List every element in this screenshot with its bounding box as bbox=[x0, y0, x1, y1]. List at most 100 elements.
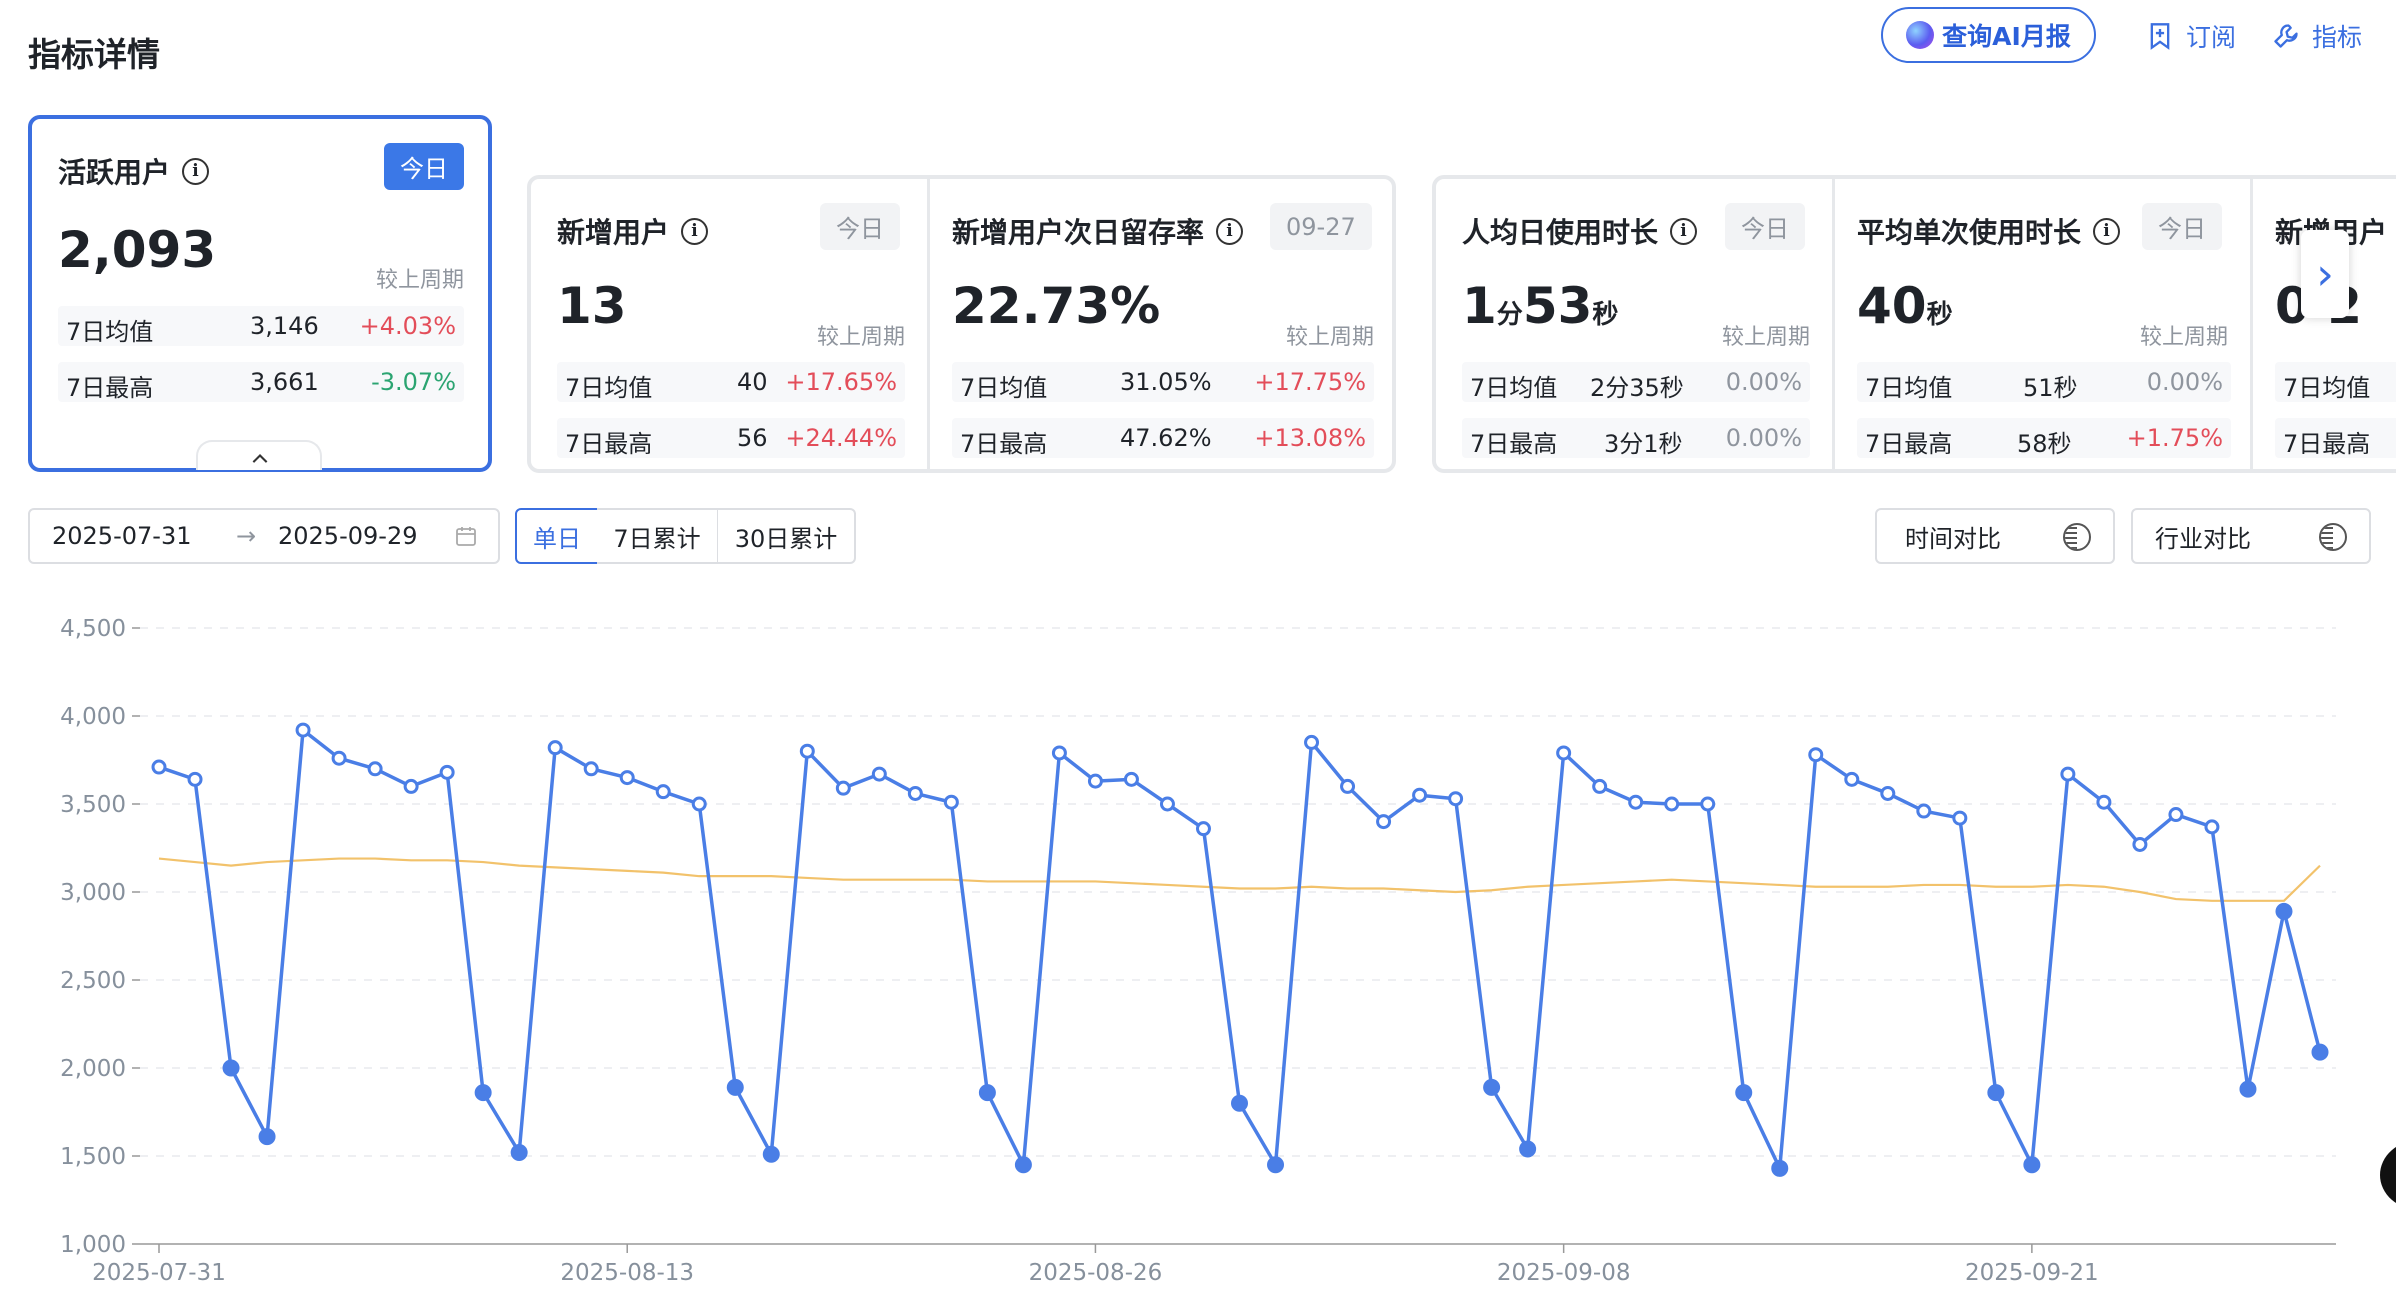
metric-settings-link[interactable]: 指标 bbox=[2272, 18, 2362, 54]
period-tag[interactable]: 09-27 bbox=[1270, 203, 1372, 250]
y-tick-label: 2,000 bbox=[60, 1056, 126, 1082]
collapse-toggle[interactable] bbox=[196, 440, 322, 470]
stat-row: 7日最高 3,661 -3.07% bbox=[58, 362, 464, 402]
data-point bbox=[799, 743, 815, 759]
stat-row: 7日最高 bbox=[2275, 418, 2396, 458]
data-point bbox=[2168, 807, 2184, 823]
stat-row: 7日最高 47.62% +13.08% bbox=[952, 418, 1374, 458]
metric-name: 人均日使用时长 i bbox=[1462, 211, 1698, 251]
data-point bbox=[1556, 745, 1572, 761]
stat-row: 7日最高 58秒 +1.75% bbox=[1857, 418, 2231, 458]
data-point bbox=[1051, 745, 1067, 761]
chevron-up-icon bbox=[252, 454, 268, 463]
x-tick-label: 2025-09-08 bbox=[1497, 1260, 1631, 1286]
calendar-icon bbox=[456, 527, 476, 546]
data-point bbox=[762, 1145, 780, 1163]
metric-group-new-users: 新增用户 i 今日 13 较上周期 7日均值 40 +17.65% 7日最高 56 +24… bbox=[527, 175, 1396, 473]
stat-row: 7日均值 51秒 0.00% bbox=[1857, 362, 2231, 402]
data-point bbox=[222, 1059, 240, 1077]
granularity-30-day[interactable]: 30日累计 bbox=[718, 508, 856, 564]
period-tag[interactable]: 今日 bbox=[384, 143, 464, 190]
industry-compare-label: 行业对比 bbox=[2155, 524, 2251, 553]
data-point bbox=[1087, 773, 1103, 789]
data-point bbox=[1808, 747, 1824, 763]
data-point bbox=[1159, 796, 1175, 812]
data-point bbox=[1123, 771, 1139, 787]
metric-card-new-users-partial[interactable]: 新增用户 0 2 7日均值 7日最高 bbox=[2253, 179, 2396, 469]
compare-icon bbox=[2063, 523, 2091, 551]
metric-value: 2,093 bbox=[58, 221, 217, 279]
data-point bbox=[187, 771, 203, 787]
info-icon: i bbox=[182, 157, 210, 185]
data-point bbox=[2311, 1043, 2329, 1061]
data-point bbox=[1231, 1094, 1248, 1112]
x-tick-label: 2025-09-21 bbox=[1965, 1260, 2099, 1286]
data-point bbox=[1844, 771, 1860, 787]
granularity-single-day[interactable]: 单日 bbox=[515, 508, 599, 564]
metric-card-new-users[interactable]: 新增用户 i 今日 13 较上周期 7日均值 40 +17.65% 7日最高 56 +24… bbox=[531, 179, 927, 469]
data-point bbox=[726, 1078, 744, 1096]
compare-icon bbox=[2319, 523, 2347, 551]
time-compare-button[interactable]: 时间对比 bbox=[1875, 508, 2115, 564]
scroll-right-button[interactable]: › bbox=[2301, 230, 2349, 318]
x-tick-label: 2025-08-13 bbox=[560, 1260, 694, 1286]
active-users-line-chart: 4,500 4,000 3,500 3,000 2,500 2,000 1,500 1,000… bbox=[60, 616, 2336, 1286]
data-point bbox=[258, 1128, 276, 1146]
ai-report-button[interactable]: 查询AI月报 bbox=[1881, 7, 2096, 63]
y-tick-label: 4,500 bbox=[60, 616, 126, 642]
stat-row: 7日最高 3分1秒 0.00% bbox=[1462, 418, 1810, 458]
date-range-picker[interactable]: 2025-07-31 → 2025-09-29 bbox=[28, 508, 500, 564]
arrow-right-icon: → bbox=[236, 522, 257, 550]
period-tag[interactable]: 今日 bbox=[820, 203, 900, 250]
metric-card-avg-session-duration[interactable]: 平均单次使用时长 i 今日 40秒 较上周期 7日均值 51秒 0.00% 7日最高 5… bbox=[1835, 179, 2250, 469]
y-tick-label: 1,500 bbox=[60, 1144, 126, 1170]
data-point bbox=[943, 794, 959, 810]
stat-row: 7日均值 3,146 +4.03% bbox=[58, 306, 464, 346]
time-compare-label: 时间对比 bbox=[1905, 524, 2001, 553]
compare-label: 较上周期 bbox=[1285, 325, 1374, 350]
compare-label: 较上周期 bbox=[1721, 325, 1810, 350]
data-point bbox=[1195, 821, 1211, 837]
date-end: 2025-09-29 bbox=[278, 522, 418, 550]
period-tag[interactable]: 今日 bbox=[1725, 203, 1805, 250]
data-point bbox=[1483, 1078, 1501, 1096]
date-start: 2025-07-31 bbox=[52, 522, 192, 550]
granularity-7-day[interactable]: 7日累计 bbox=[597, 508, 719, 564]
stat-row: 7日均值 2分35秒 0.00% bbox=[1462, 362, 1810, 402]
data-point bbox=[691, 796, 707, 812]
data-point bbox=[295, 722, 311, 738]
metric-value: 40秒 bbox=[1857, 277, 1953, 335]
moving-average-line bbox=[158, 857, 2321, 902]
period-tag[interactable]: 今日 bbox=[2142, 203, 2222, 250]
data-point bbox=[1519, 1140, 1537, 1158]
industry-compare-button[interactable]: 行业对比 bbox=[2131, 508, 2371, 564]
metric-name: 活跃用户 i bbox=[58, 151, 210, 191]
data-point bbox=[907, 785, 923, 801]
data-point bbox=[619, 770, 635, 786]
data-point bbox=[871, 766, 887, 782]
data-point bbox=[2275, 902, 2293, 920]
data-point bbox=[2132, 836, 2148, 852]
subscribe-button[interactable]: 订阅 bbox=[2146, 18, 2236, 54]
data-point bbox=[978, 1084, 996, 1102]
data-point bbox=[367, 761, 383, 777]
data-point bbox=[1267, 1156, 1285, 1174]
metric-group-usage: 人均日使用时长 i 今日 1分53秒 较上周期 7日均值 2分35秒 0.00% 7日… bbox=[1432, 175, 2396, 473]
y-tick-label: 1,000 bbox=[60, 1232, 126, 1258]
data-point bbox=[403, 778, 419, 794]
data-point bbox=[1014, 1156, 1032, 1174]
data-point bbox=[1735, 1084, 1753, 1102]
wrench-icon bbox=[2274, 24, 2298, 48]
data-point bbox=[1916, 803, 1932, 819]
y-tick-label: 4,000 bbox=[60, 704, 126, 730]
data-point bbox=[474, 1084, 492, 1102]
metric-card-avg-daily-duration[interactable]: 人均日使用时长 i 今日 1分53秒 较上周期 7日均值 2分35秒 0.00% 7日… bbox=[1436, 179, 1832, 469]
stat-row: 7日均值 bbox=[2275, 362, 2396, 402]
data-point bbox=[1952, 810, 1968, 826]
metric-name: 新增用户 i bbox=[557, 211, 709, 251]
metric-card-next-day-retention[interactable]: 新增用户次日留存率 i 09-27 22.73% 较上周期 7日均值 31.05% +… bbox=[930, 179, 1396, 469]
data-point bbox=[1628, 794, 1644, 810]
metric-card-active-users[interactable]: 活跃用户 i 今日 2,093 较上周期 7日均值 3,146 +4.03% 7日最高… bbox=[28, 115, 492, 472]
metric-label: 指标 bbox=[2312, 23, 2363, 52]
info-icon: i bbox=[681, 217, 709, 245]
